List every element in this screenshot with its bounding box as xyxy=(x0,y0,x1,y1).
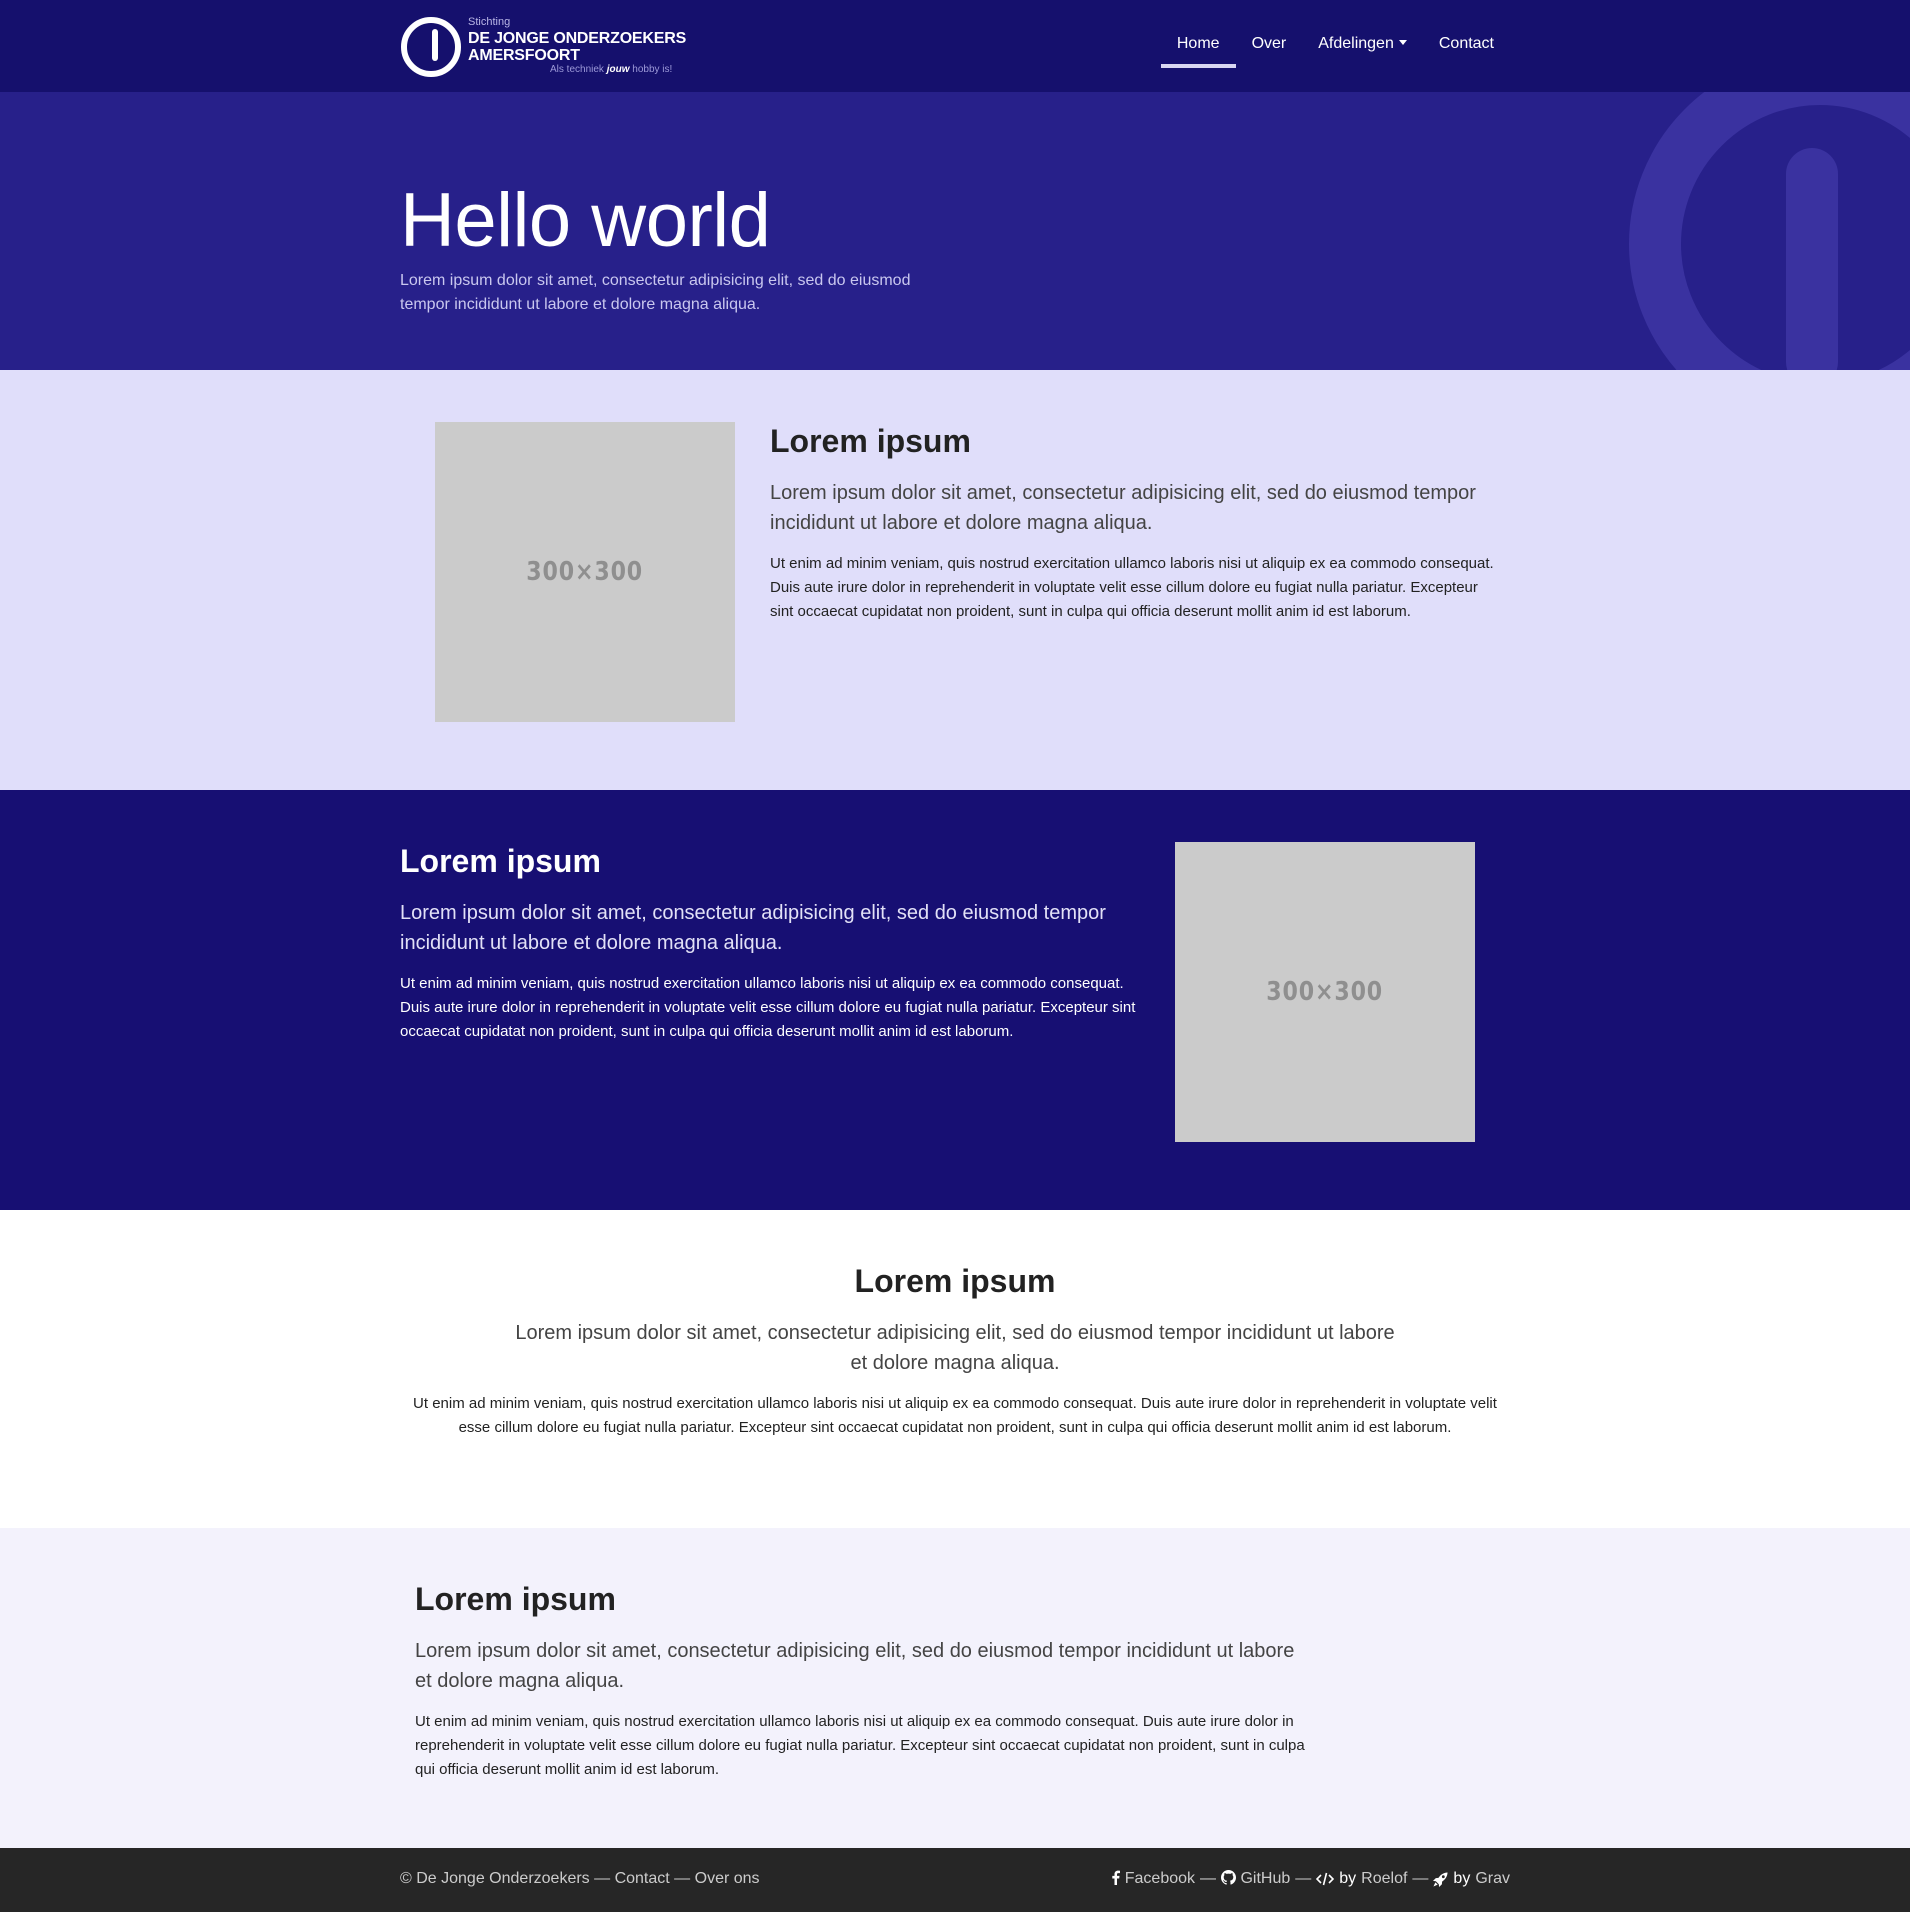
footer-github-link[interactable]: GitHub xyxy=(1221,1870,1290,1888)
nav-contact[interactable]: Contact xyxy=(1423,0,1510,92)
logo-name-line2: AMERSFOORT xyxy=(468,47,580,64)
footer: © De Jonge Onderzoekers — Contact — Over… xyxy=(0,1848,1910,1912)
footer-right: Facebook — GitHub — by Roelof — by Grav xyxy=(1111,1870,1510,1888)
page-title: Hello world xyxy=(400,178,771,263)
section-lead: Lorem ipsum dolor sit amet, consectetur … xyxy=(415,1640,1295,1692)
logo-name-line1: DE JONGE ONDERZOEKERS xyxy=(468,30,687,47)
footer-about-link[interactable]: Over ons xyxy=(695,1870,760,1887)
section-heading: Lorem ipsum xyxy=(770,423,971,459)
section-heading: Lorem ipsum xyxy=(415,1581,616,1617)
footer-left: © De Jonge Onderzoekers — Contact — Over… xyxy=(400,1870,760,1887)
github-icon xyxy=(1221,1870,1237,1885)
placeholder-image: 300×300 xyxy=(435,422,735,722)
section-body: Ut enim ad minim veniam, quis nostrud ex… xyxy=(415,1713,1305,1778)
rocket-icon xyxy=(1433,1871,1448,1887)
navbar: Stichting DE JONGE ONDERZOEKERS AMERSFOO… xyxy=(0,0,1910,92)
hero: Hello world Lorem ipsum dolor sit amet, … xyxy=(0,92,1910,370)
footer-copyright: © De Jonge Onderzoekers xyxy=(400,1870,590,1887)
section-heading: Lorem ipsum xyxy=(400,843,601,879)
hero-lead: Lorem ipsum dolor sit amet, consectetur … xyxy=(400,272,911,313)
facebook-icon xyxy=(1112,1870,1121,1885)
section-lead: Lorem ipsum dolor sit amet, consectetur … xyxy=(515,1322,1395,1374)
section-heading: Lorem ipsum xyxy=(854,1263,1056,1299)
feature-section-2: Lorem ipsum Lorem ipsum dolor sit amet, … xyxy=(0,790,1910,1210)
footer-contact-link[interactable]: Contact xyxy=(615,1870,670,1887)
text-section-left: Lorem ipsum Lorem ipsum dolor sit amet, … xyxy=(0,1528,1910,1848)
feature-section-1: 300×300 Lorem ipsum Lorem ipsum dolor si… xyxy=(0,370,1910,790)
section-body: Ut enim ad minim veniam, quis nostrud ex… xyxy=(770,555,1494,620)
section-lead: Lorem ipsum dolor sit amet, consectetur … xyxy=(770,482,1476,534)
logo-tagline: Als techniek jouw hobby is! xyxy=(550,64,673,75)
footer-roelof-link[interactable]: Roelof xyxy=(1361,1870,1407,1888)
logo-subtitle: Stichting xyxy=(468,16,511,28)
footer-facebook-link[interactable]: Facebook xyxy=(1111,1870,1195,1888)
text-section-centered: Lorem ipsum Lorem ipsum dolor sit amet, … xyxy=(0,1210,1910,1528)
code-icon xyxy=(1316,1872,1335,1886)
section-lead: Lorem ipsum dolor sit amet, consectetur … xyxy=(400,902,1106,954)
placeholder-image: 300×300 xyxy=(1175,842,1475,1142)
main-nav: Home Over Afdelingen Contact xyxy=(1160,0,1510,92)
logo-mark-icon xyxy=(401,17,461,77)
nav-afdelingen-dropdown[interactable]: Afdelingen xyxy=(1302,0,1423,92)
nav-over[interactable]: Over xyxy=(1236,0,1303,92)
hero-logo-watermark-icon xyxy=(1629,92,1910,370)
site-logo[interactable]: Stichting DE JONGE ONDERZOEKERS AMERSFOO… xyxy=(400,14,700,78)
section-body: Ut enim ad minim veniam, quis nostrud ex… xyxy=(400,975,1136,1040)
nav-home[interactable]: Home xyxy=(1160,0,1236,92)
footer-grav-link[interactable]: Grav xyxy=(1475,1870,1510,1888)
section-body: Ut enim ad minim veniam, quis nostrud ex… xyxy=(413,1395,1497,1436)
caret-down-icon xyxy=(1398,40,1407,45)
